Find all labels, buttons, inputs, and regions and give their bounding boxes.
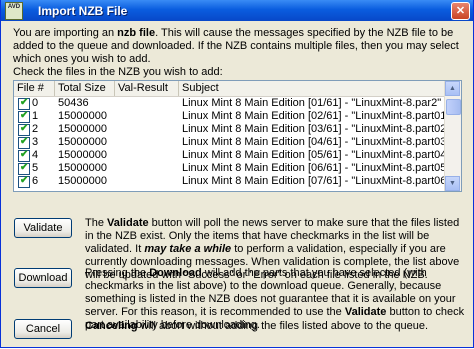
file-number: 1 (32, 110, 39, 122)
table-row[interactable]: ✔ 0 50436 Linux Mint 8 Main Edition [01/… (14, 97, 444, 110)
file-checkbox[interactable]: ✔ (18, 149, 30, 162)
cancel-text-bold: Canceling (85, 320, 138, 332)
intro-text: You are importing an nzb file. This will… (13, 27, 463, 66)
scroll-thumb[interactable] (446, 99, 461, 115)
file-list[interactable]: File # Total Size Val-Result Subject ✔ 0… (13, 80, 462, 192)
download-text-bold: Download (149, 267, 202, 279)
list-header: File # Total Size Val-Result Subject (14, 81, 444, 97)
checkmark-icon: ✔ (20, 110, 29, 121)
table-row[interactable]: ✔ 2 15000000 Linux Mint 8 Main Edition [… (14, 123, 444, 136)
file-subject: Linux Mint 8 Main Edition [04/61] - "Lin… (182, 136, 444, 148)
download-text: Pressing the (85, 267, 150, 279)
file-size: 50436 (58, 97, 89, 109)
checkmark-icon: ✔ (20, 175, 29, 186)
file-checkbox[interactable]: ✔ (18, 123, 30, 136)
file-subject: Linux Mint 8 Main Edition [06/61] - "Lin… (182, 162, 444, 174)
app-logo-icon: AVD (5, 2, 23, 20)
window-title: Import NZB File (38, 4, 128, 18)
file-number: 3 (32, 136, 39, 148)
cancel-text: will abort without adding the files list… (137, 320, 429, 332)
validate-button[interactable]: Validate (14, 218, 72, 238)
file-checkbox[interactable]: ✔ (18, 175, 30, 188)
table-row[interactable]: ✔ 4 15000000 Linux Mint 8 Main Edition [… (14, 149, 444, 162)
table-row[interactable]: ✔ 5 15000000 Linux Mint 8 Main Edition [… (14, 162, 444, 175)
column-header-val-result[interactable]: Val-Result (115, 81, 179, 96)
file-checkbox[interactable]: ✔ (18, 162, 30, 175)
table-row[interactable]: ✔ 1 15000000 Linux Mint 8 Main Edition [… (14, 110, 444, 123)
file-number: 2 (32, 123, 39, 135)
file-size: 15000000 (58, 136, 107, 148)
close-button[interactable]: ✕ (451, 2, 470, 20)
file-number: 4 (32, 149, 39, 161)
title-bar[interactable]: AVD Import NZB File ✕ (1, 0, 473, 21)
intro-text-part: You are importing an (13, 27, 118, 39)
cancel-button[interactable]: Cancel (14, 319, 72, 339)
checkmark-icon: ✔ (20, 97, 29, 108)
file-number: 0 (32, 97, 39, 109)
checkmark-icon: ✔ (20, 162, 29, 173)
checkmark-icon: ✔ (20, 123, 29, 134)
file-subject: Linux Mint 8 Main Edition [05/61] - "Lin… (182, 149, 444, 161)
download-text-bold: Validate (344, 306, 387, 318)
file-checkbox[interactable]: ✔ (18, 136, 30, 149)
vertical-scrollbar[interactable]: ▲ ▼ (444, 81, 461, 191)
scroll-up-button[interactable]: ▲ (445, 81, 460, 96)
import-nzb-dialog: AVD Import NZB File ✕ You are importing … (0, 0, 474, 348)
download-button[interactable]: Download (14, 268, 72, 288)
file-subject: Linux Mint 8 Main Edition [02/61] - "Lin… (182, 110, 444, 122)
file-list-label: Check the files in the NZB you wish to a… (13, 66, 223, 78)
validate-text-emphasis: may take a while (144, 243, 232, 255)
checkmark-icon: ✔ (20, 136, 29, 147)
cancel-description: Canceling will abort without adding the … (85, 320, 465, 333)
table-row[interactable]: ✔ 3 15000000 Linux Mint 8 Main Edition [… (14, 136, 444, 149)
intro-text-bold: nzb file (117, 27, 156, 39)
column-header-subject[interactable]: Subject (179, 81, 444, 96)
file-checkbox[interactable]: ✔ (18, 97, 30, 110)
file-subject: Linux Mint 8 Main Edition [07/61] - "Lin… (182, 175, 444, 187)
file-size: 15000000 (58, 162, 107, 174)
file-size: 15000000 (58, 175, 107, 187)
column-header-file-num[interactable]: File # (14, 81, 55, 96)
arrow-down-icon: ▼ (449, 180, 456, 187)
file-number: 6 (32, 175, 39, 187)
column-header-total-size[interactable]: Total Size (55, 81, 115, 96)
scroll-down-button[interactable]: ▼ (445, 176, 460, 191)
checkmark-icon: ✔ (20, 149, 29, 160)
file-checkbox[interactable]: ✔ (18, 110, 30, 123)
arrow-up-icon: ▲ (449, 85, 456, 92)
file-size: 15000000 (58, 123, 107, 135)
file-size: 15000000 (58, 149, 107, 161)
table-row[interactable]: ✔ 6 15000000 Linux Mint 8 Main Edition [… (14, 175, 444, 188)
file-size: 15000000 (58, 110, 107, 122)
file-subject: Linux Mint 8 Main Edition [03/61] - "Lin… (182, 123, 444, 135)
validate-text-bold: Validate (107, 217, 149, 229)
file-number: 5 (32, 162, 39, 174)
file-subject: Linux Mint 8 Main Edition [01/61] - "Lin… (182, 97, 444, 109)
validate-text: The (85, 217, 108, 229)
